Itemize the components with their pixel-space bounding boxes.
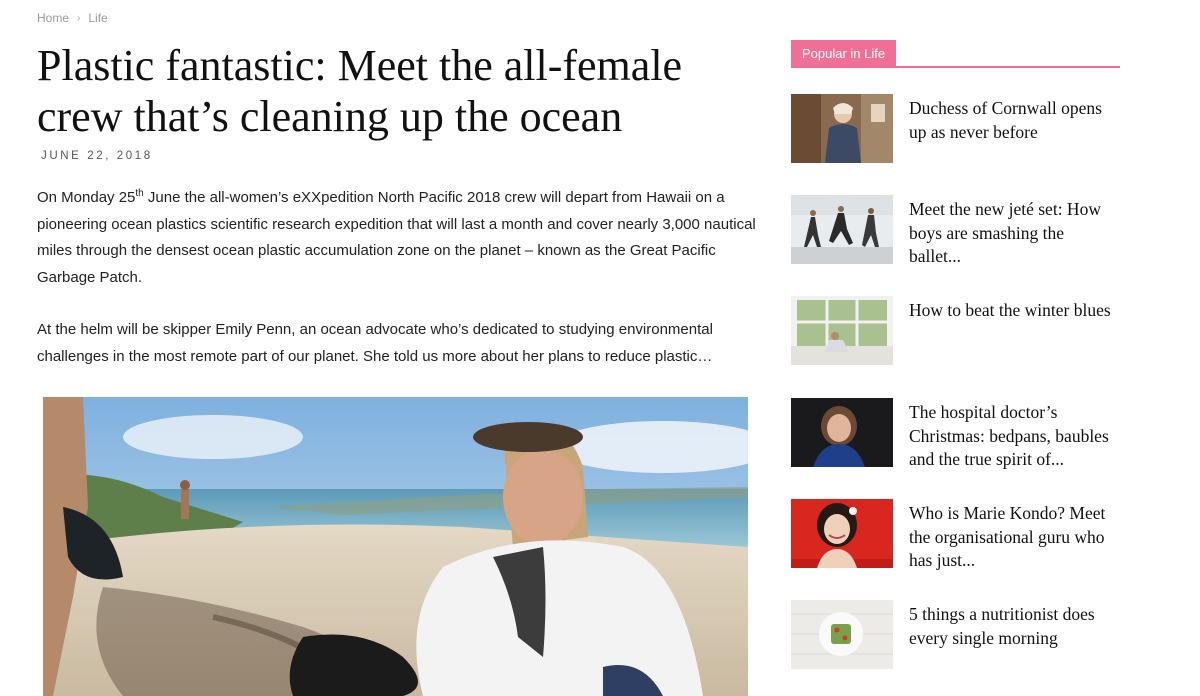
popular-item-title[interactable]: Who is Marie Kondo? Meet the organisatio… [909, 502, 1120, 573]
paragraph-1-text-start: On Monday 25 [37, 189, 136, 206]
duchess-photo-thumbnail[interactable] [791, 94, 893, 163]
ballet-photo-thumbnail[interactable] [791, 195, 893, 264]
popular-item-nutritionist[interactable]: 5 things a nutritionist does every singl… [791, 600, 1120, 669]
popular-heading-bar: Popular in Life [791, 40, 1120, 68]
popular-item-title[interactable]: How to beat the winter blues [909, 299, 1111, 365]
popular-item-title[interactable]: 5 things a nutritionist does every singl… [909, 603, 1120, 669]
marie-kondo-photo-thumbnail[interactable] [791, 499, 893, 568]
popular-item-title[interactable]: The hospital doctor’s Christmas: bedpans… [909, 401, 1120, 472]
article-title: Plastic fantastic: Meet the all-female c… [37, 41, 683, 141]
article-paragraph-2: At the helm will be skipper Emily Penn, … [37, 321, 713, 365]
popular-in-life-tab: Popular in Life [791, 40, 897, 67]
article-date: JUNE 22, 2018 [41, 150, 153, 162]
avocado-toast-photo-thumbnail[interactable] [791, 600, 893, 669]
popular-item-ballet[interactable]: Meet the new jeté set: How boys are smas… [791, 195, 1120, 269]
sidebar-popular: Popular in Life Duchess of Cornwall open… [791, 40, 1120, 669]
breadcrumb-separator: › [77, 12, 81, 24]
breadcrumb-home-link[interactable]: Home [37, 11, 69, 25]
popular-item-winter-blues[interactable]: How to beat the winter blues [791, 296, 1120, 365]
popular-item-title[interactable]: Meet the new jeté set: How boys are smas… [909, 198, 1120, 269]
article-paragraph-1: On Monday 25th June the all-women’s eXXp… [37, 185, 757, 291]
popular-item-duchess[interactable]: Duchess of Cornwall opens up as never be… [791, 94, 1120, 163]
popular-item-title[interactable]: Duchess of Cornwall opens up as never be… [909, 97, 1120, 163]
doctor-photo-thumbnail[interactable] [791, 398, 893, 467]
breadcrumb: Home › Life [37, 11, 108, 25]
popular-item-hospital-doctor[interactable]: The hospital doctor’s Christmas: bedpans… [791, 398, 1120, 472]
popular-item-marie-kondo[interactable]: Who is Marie Kondo? Meet the organisatio… [791, 499, 1120, 573]
paragraph-1-text-end: June the all-women’s eXXpedition North P… [37, 189, 756, 286]
article-hero-image [43, 397, 748, 696]
ordinal-suffix: th [135, 188, 144, 199]
breadcrumb-life-link[interactable]: Life [88, 11, 107, 25]
window-seat-photo-thumbnail[interactable] [791, 296, 893, 365]
